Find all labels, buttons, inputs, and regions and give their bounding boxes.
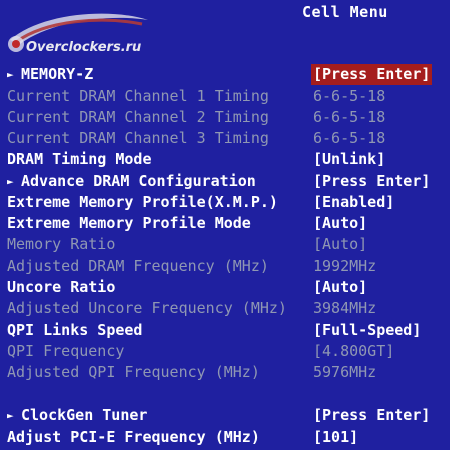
setting-row-pcie-frequency[interactable]: Adjust PCI-E Frequency (MHz) [101] xyxy=(0,427,450,448)
setting-label: QPI Links Speed xyxy=(7,321,143,339)
setting-value: 6-6-5-18 xyxy=(313,108,386,126)
submenu-arrow-icon: ► xyxy=(7,175,14,188)
setting-value[interactable]: [Unlink] xyxy=(313,149,385,170)
setting-row-adjusted-qpi-freq: Adjusted QPI Frequency (MHz) 5976MHz xyxy=(0,362,450,383)
setting-label: Adjusted DRAM Frequency (MHz) xyxy=(7,257,269,275)
setting-label: Extreme Memory Profile Mode xyxy=(7,214,251,232)
setting-value[interactable]: [Auto] xyxy=(313,213,367,234)
setting-value: 6-6-5-18 xyxy=(313,87,386,105)
setting-row-dram-ch2-timing: Current DRAM Channel 2 Timing 6-6-5-18 xyxy=(0,107,450,128)
setting-row-adjusted-uncore-freq: Adjusted Uncore Frequency (MHz) 3984MHz xyxy=(0,298,450,319)
setting-value: [Auto] xyxy=(313,235,368,253)
setting-value: 3984MHz xyxy=(313,299,377,317)
setting-label: ► MEMORY-Z xyxy=(7,65,94,83)
setting-value[interactable]: [Full-Speed] xyxy=(313,320,421,341)
setting-row-qpi-links-speed[interactable]: QPI Links Speed [Full-Speed] xyxy=(0,320,450,341)
setting-label: Current DRAM Channel 1 Timing xyxy=(7,87,269,105)
setting-value[interactable]: [101] xyxy=(313,427,358,448)
bios-screen: Overclockers.ru Cell Menu ► MEMORY-Z [Pre… xyxy=(0,0,450,450)
setting-label: Extreme Memory Profile(X.M.P.) xyxy=(7,193,278,211)
setting-label: ► Advance DRAM Configuration xyxy=(7,172,256,190)
setting-value: [4.800GT] xyxy=(313,342,395,360)
menu-title: Cell Menu xyxy=(302,3,388,21)
setting-value: 1992MHz xyxy=(313,257,377,275)
setting-row-dram-timing-mode[interactable]: DRAM Timing Mode [Unlink] xyxy=(0,149,450,170)
setting-value: 6-6-5-18 xyxy=(313,129,386,147)
setting-label: QPI Frequency xyxy=(7,342,125,360)
setting-row-xmp[interactable]: Extreme Memory Profile(X.M.P.) [Enabled] xyxy=(0,192,450,213)
setting-row-qpi-frequency: QPI Frequency [4.800GT] xyxy=(0,341,450,362)
setting-value[interactable]: [Press Enter] xyxy=(313,171,430,192)
setting-row-uncore-ratio[interactable]: Uncore Ratio [Auto] xyxy=(0,277,450,298)
setting-value[interactable]: [Auto] xyxy=(313,277,367,298)
setting-label: Uncore Ratio xyxy=(7,278,116,296)
setting-label: Adjust PCI-E Frequency (MHz) xyxy=(7,428,260,446)
setting-label: Adjusted Uncore Frequency (MHz) xyxy=(7,299,287,317)
setting-label: Current DRAM Channel 3 Timing xyxy=(7,129,269,147)
setting-value[interactable]: [Press Enter] xyxy=(313,405,430,426)
setting-row-dram-ch3-timing: Current DRAM Channel 3 Timing 6-6-5-18 xyxy=(0,128,450,149)
submenu-arrow-icon: ► xyxy=(7,68,14,81)
submenu-arrow-icon: ► xyxy=(7,409,14,422)
setting-row-dram-ch1-timing: Current DRAM Channel 1 Timing 6-6-5-18 xyxy=(0,86,450,107)
setting-label: DRAM Timing Mode xyxy=(7,150,152,168)
setting-row-memory-z[interactable]: ► MEMORY-Z [Press Enter] xyxy=(0,64,450,85)
watermark-logo: Overclockers.ru xyxy=(2,6,152,56)
setting-value: 5976MHz xyxy=(313,363,377,381)
setting-label: Current DRAM Channel 2 Timing xyxy=(7,108,269,126)
setting-row-adjusted-dram-freq: Adjusted DRAM Frequency (MHz) 1992MHz xyxy=(0,256,450,277)
setting-label: Memory Ratio xyxy=(7,235,116,253)
setting-value[interactable]: [Enabled] xyxy=(313,192,394,213)
setting-label: Adjusted QPI Frequency (MHz) xyxy=(7,363,260,381)
setting-row-memory-ratio: Memory Ratio [Auto] xyxy=(0,234,450,255)
setting-row-advance-dram-config[interactable]: ► Advance DRAM Configuration [Press Enter… xyxy=(0,171,450,192)
watermark-text: Overclockers.ru xyxy=(26,40,142,55)
setting-row-clockgen-tuner[interactable]: ► ClockGen Tuner [Press Enter] xyxy=(0,405,450,426)
setting-value[interactable]: [Press Enter] xyxy=(311,64,433,85)
setting-label: ► ClockGen Tuner xyxy=(7,406,148,424)
setting-row-xmp-mode[interactable]: Extreme Memory Profile Mode [Auto] xyxy=(0,213,450,234)
